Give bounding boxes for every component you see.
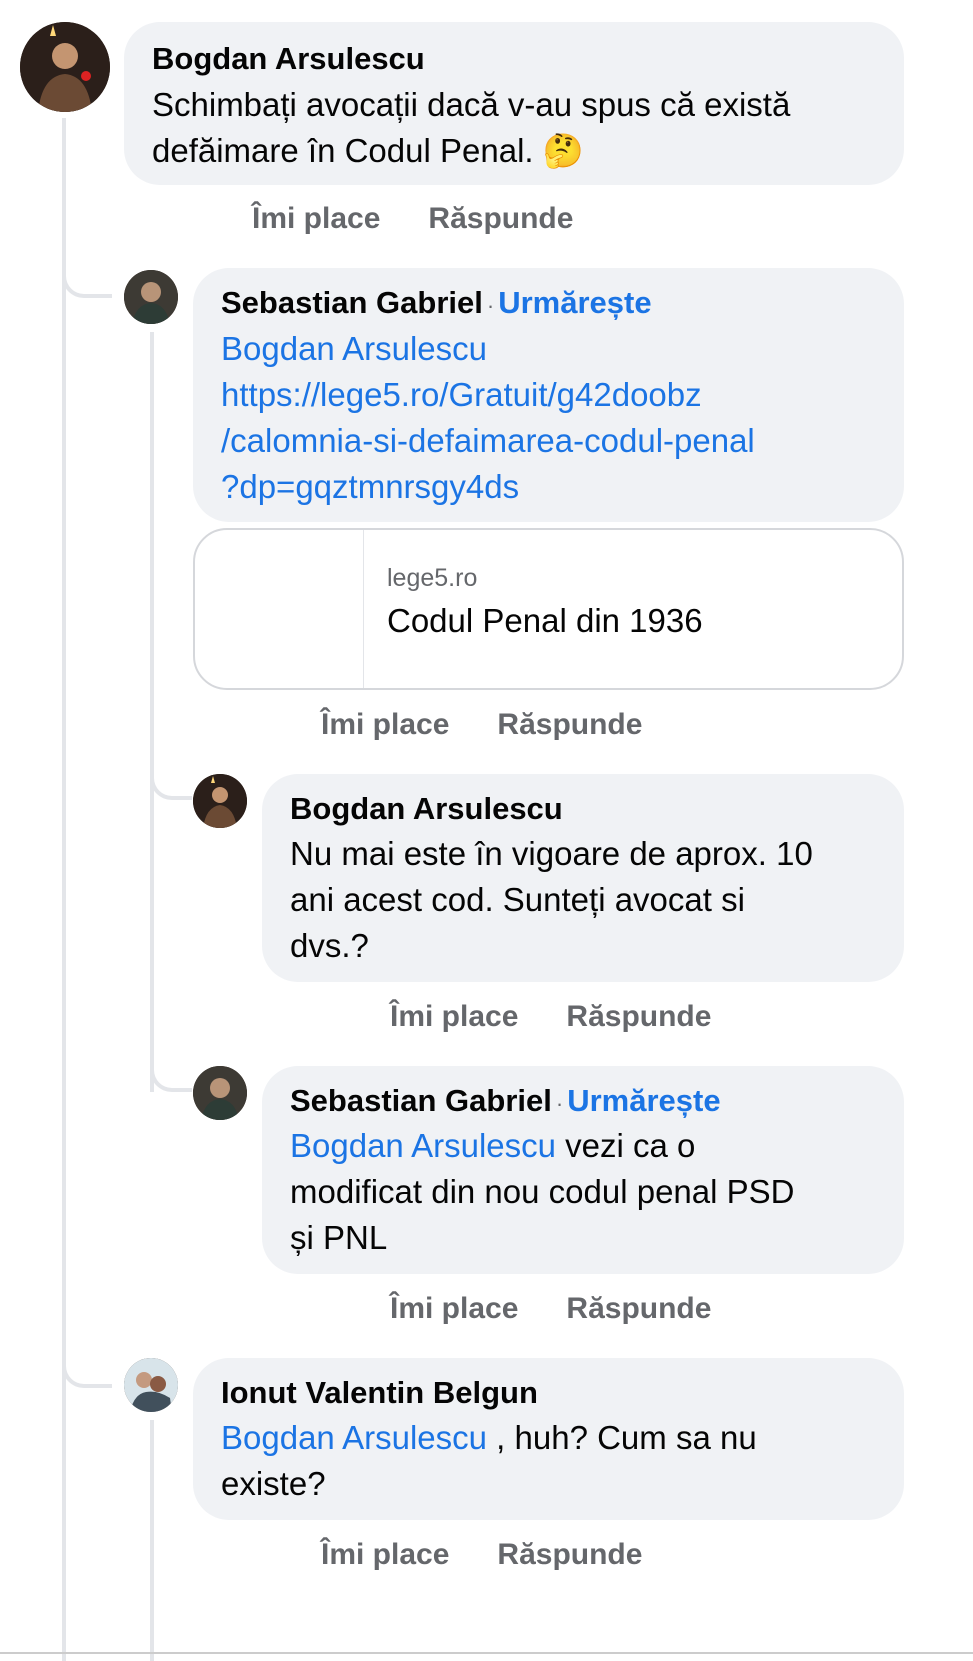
url-link[interactable]: ?dp=gqztmnrsgy4ds xyxy=(221,468,519,505)
thread-branch-3 xyxy=(62,1330,112,1388)
like-button[interactable]: Îmi place xyxy=(390,1292,518,1326)
like-button[interactable]: Îmi place xyxy=(252,202,380,236)
thread-branch-1 xyxy=(62,240,112,298)
comment-bubble: Ionut Valentin Belgun Bogdan Arsulescu ,… xyxy=(193,1358,904,1520)
comment-actions: Îmi place Răspunde xyxy=(321,1538,642,1572)
avatar[interactable] xyxy=(124,270,178,324)
separator-dot: · xyxy=(555,1091,564,1116)
comment-bubble: Sebastian Gabriel · Urmărește Bogdan Arsul… xyxy=(262,1066,904,1274)
comment-text: Bogdan Arsulescu https://lege5.ro/Gratui… xyxy=(221,326,876,510)
url-link[interactable]: /calomnia-si-defaimarea-codul-penal xyxy=(221,422,755,459)
thread-branch-2a xyxy=(150,748,192,800)
avatar-photo-icon xyxy=(20,22,110,112)
comment-author[interactable]: Sebastian Gabriel xyxy=(221,285,483,320)
comment-author[interactable]: Sebastian Gabriel xyxy=(290,1083,552,1118)
follow-button[interactable]: Urmărește xyxy=(567,1083,720,1118)
comment-bubble: Bogdan Arsulescu Schimbați avocații dacă… xyxy=(124,22,904,185)
separator-dot: · xyxy=(486,293,495,318)
reply-button[interactable]: Răspunde xyxy=(566,1292,711,1326)
comment-actions: Îmi place Răspunde xyxy=(390,1292,711,1326)
comment-actions: Îmi place Răspunde xyxy=(252,202,573,236)
bottom-divider xyxy=(0,1652,973,1654)
avatar-photo-icon xyxy=(124,270,178,324)
preview-thumbnail xyxy=(195,530,364,688)
avatar[interactable] xyxy=(20,22,110,112)
comment-actions: Îmi place Răspunde xyxy=(321,708,642,742)
reply-button[interactable]: Răspunde xyxy=(497,1538,642,1572)
comment-text: Schimbați avocații dacă v-au spus că exi… xyxy=(152,86,791,169)
url-link[interactable]: https://lege5.ro/Gratuit/g42doobz xyxy=(221,376,702,413)
reply-button[interactable]: Răspunde xyxy=(497,708,642,742)
avatar[interactable] xyxy=(193,1066,247,1120)
comment-text: Bogdan Arsulescu , huh? Cum sa nu existe… xyxy=(221,1419,757,1502)
reply-button[interactable]: Răspunde xyxy=(428,202,573,236)
thread-line-nested-2 xyxy=(150,1420,154,1661)
comment-author[interactable]: Ionut Valentin Belgun xyxy=(221,1373,876,1413)
comment-header: Sebastian Gabriel · Urmărește xyxy=(221,283,876,323)
avatar[interactable] xyxy=(193,774,247,828)
link-preview-card[interactable]: lege5.ro Codul Penal din 1936 xyxy=(193,528,904,690)
thread-branch-2b xyxy=(150,1040,192,1092)
mention-link[interactable]: Bogdan Arsulescu xyxy=(290,1127,556,1164)
thread-line-root xyxy=(62,118,66,1661)
like-button[interactable]: Îmi place xyxy=(390,1000,518,1034)
mention-link[interactable]: Bogdan Arsulescu xyxy=(221,1419,487,1456)
comment-actions: Îmi place Răspunde xyxy=(390,1000,711,1034)
follow-button[interactable]: Urmărește xyxy=(498,285,651,320)
comment-bubble: Bogdan Arsulescu Nu mai este în vigoare … xyxy=(262,774,904,982)
avatar-photo-icon xyxy=(124,1358,178,1412)
comment-header: Sebastian Gabriel · Urmărește xyxy=(290,1081,876,1121)
comment-bubble: Sebastian Gabriel · Urmărește Bogdan Arsul… xyxy=(193,268,904,522)
comment-author[interactable]: Bogdan Arsulescu xyxy=(290,789,876,829)
preview-domain: lege5.ro xyxy=(387,564,478,592)
thread-line-nested xyxy=(150,332,154,1092)
thinking-emoji-icon: 🤔 xyxy=(542,132,584,169)
comment-author[interactable]: Bogdan Arsulescu xyxy=(152,39,876,79)
reply-button[interactable]: Răspunde xyxy=(566,1000,711,1034)
comment-text: Bogdan Arsulescu vezi ca o modificat din… xyxy=(290,1127,795,1256)
like-button[interactable]: Îmi place xyxy=(321,708,449,742)
comment-text: Nu mai este în vigoare de aprox. 10 ani … xyxy=(290,835,813,964)
avatar-photo-icon xyxy=(193,1066,247,1120)
like-button[interactable]: Îmi place xyxy=(321,1538,449,1572)
avatar[interactable] xyxy=(124,1358,178,1412)
mention-link[interactable]: Bogdan Arsulescu xyxy=(221,330,487,367)
avatar-photo-icon xyxy=(193,774,247,828)
preview-title: Codul Penal din 1936 xyxy=(387,602,703,639)
